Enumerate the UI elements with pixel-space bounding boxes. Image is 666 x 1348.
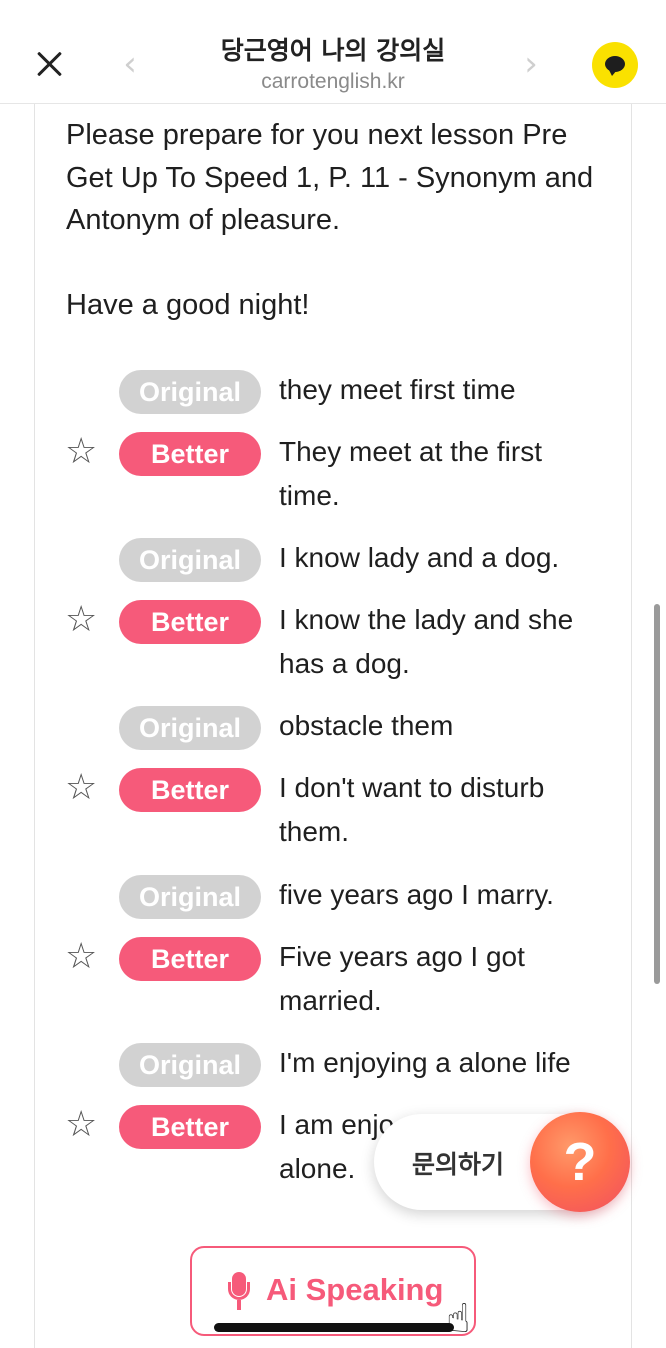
- star-icon[interactable]: ☆: [65, 602, 97, 638]
- original-text: obstacle them: [279, 710, 454, 741]
- chevron-right-icon[interactable]: ›: [516, 46, 546, 82]
- ai-speaking-label: Ai Speaking: [266, 1272, 444, 1307]
- microphone-icon: [228, 1272, 250, 1312]
- original-badge: Original: [119, 1043, 261, 1087]
- better-badge: Better: [119, 432, 261, 476]
- star-icon[interactable]: ☆: [65, 1107, 97, 1143]
- original-badge: Original: [119, 538, 261, 582]
- original-text: I'm enjoying a alone life: [279, 1047, 571, 1078]
- better-text: Five years ago I got married.: [279, 941, 525, 1016]
- close-icon[interactable]: [32, 48, 66, 82]
- better-text: I know the lady and she has a dog.: [279, 604, 574, 679]
- better-badge: Better: [119, 1105, 261, 1149]
- original-text: I know lady and a dog.: [279, 542, 560, 573]
- star-icon[interactable]: ☆: [65, 939, 97, 975]
- original-text: five years ago I marry.: [279, 879, 554, 910]
- better-text: I don't want to disturb them.: [279, 772, 545, 847]
- home-indicator: [214, 1323, 454, 1332]
- inquiry-label: 문의하기: [412, 1150, 505, 1179]
- original-badge: Original: [119, 370, 261, 414]
- page-title: 당근영어 나의 강의실: [220, 36, 446, 65]
- kakao-chat-button[interactable]: [592, 42, 638, 88]
- hand-pointer-icon: ☝: [446, 1296, 471, 1342]
- better-badge: Better: [119, 937, 261, 981]
- kakao-chat-icon: [605, 56, 625, 76]
- star-icon[interactable]: ☆: [65, 770, 97, 806]
- scrollbar[interactable]: [654, 604, 660, 984]
- better-text: They meet at the first time.: [279, 436, 542, 511]
- header-bar: ‹ 당근영어 나의 강의실 carrotenglish.kr ›: [0, 0, 666, 104]
- star-icon[interactable]: ☆: [65, 434, 97, 470]
- page-url: carrotenglish.kr: [261, 70, 405, 93]
- better-badge: Better: [119, 768, 261, 812]
- original-badge: Original: [119, 706, 261, 750]
- question-icon[interactable]: ?: [530, 1112, 630, 1212]
- better-badge: Better: [119, 600, 261, 644]
- original-badge: Original: [119, 875, 261, 919]
- teacher-message: Please prepare for you next lesson Pre G…: [66, 119, 594, 321]
- original-text: they meet first time: [279, 374, 516, 405]
- chevron-left-icon[interactable]: ‹: [115, 46, 145, 82]
- title-block: 당근영어 나의 강의실 carrotenglish.kr: [150, 36, 516, 96]
